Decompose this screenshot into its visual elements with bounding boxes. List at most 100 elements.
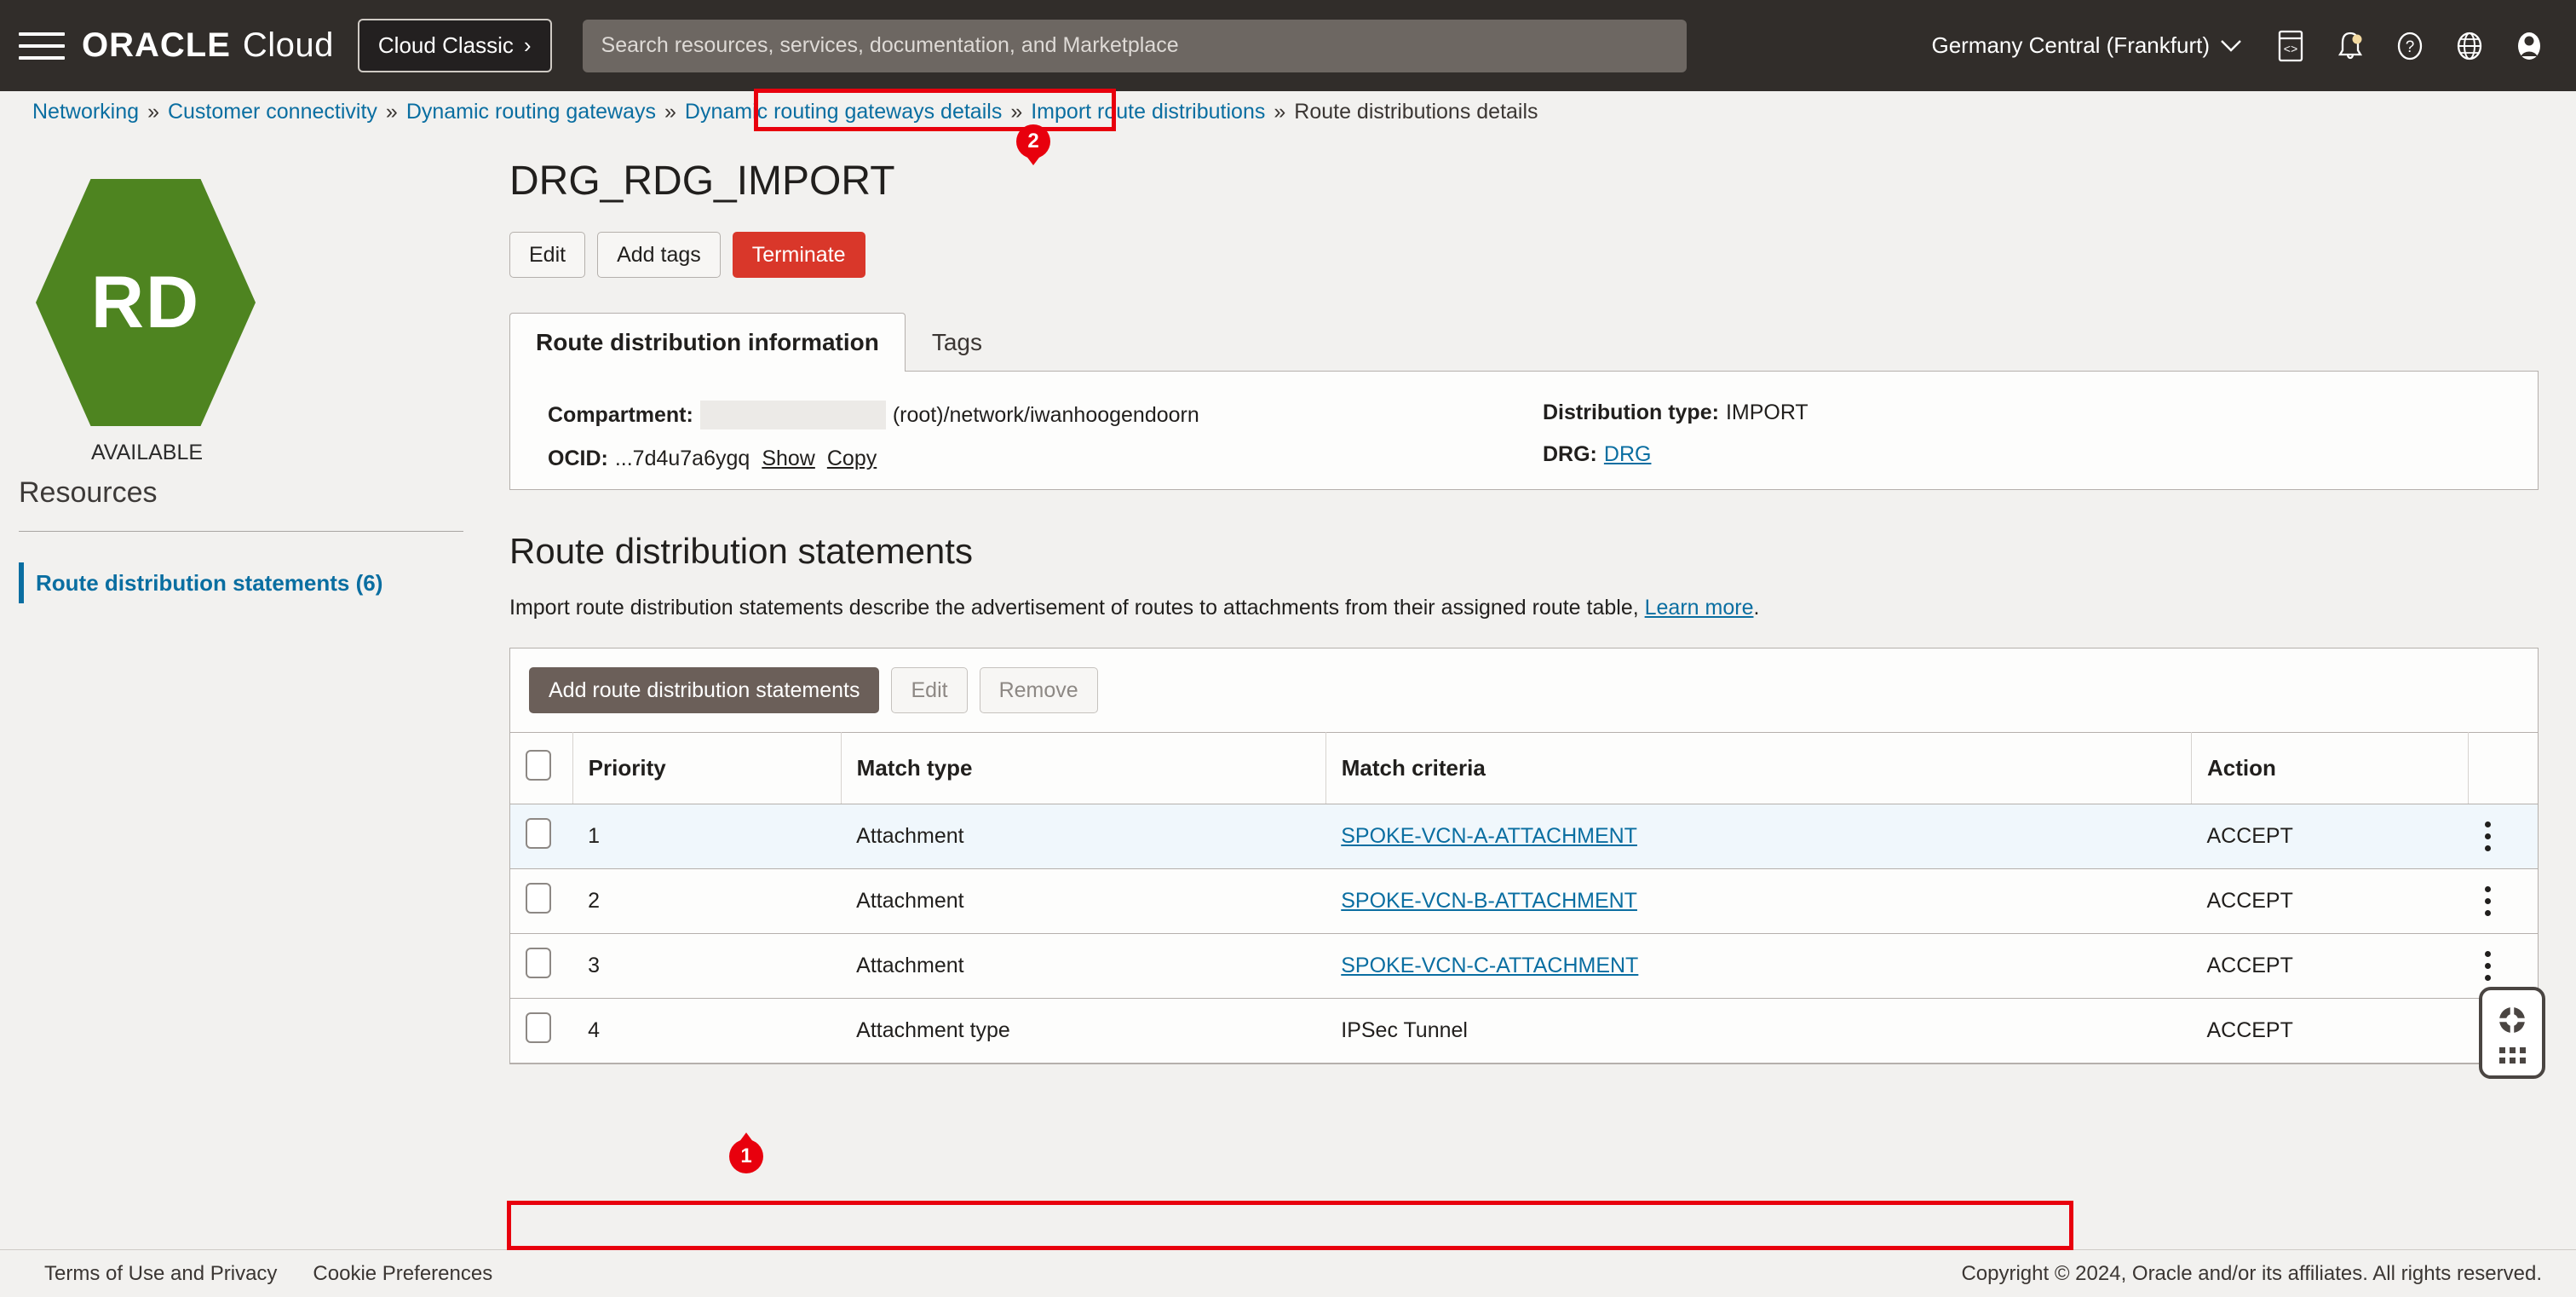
breadcrumb-separator: » xyxy=(386,100,398,124)
match-criteria-link[interactable]: SPOKE-VCN-A-ATTACHMENT xyxy=(1341,824,1637,848)
resources-divider xyxy=(19,531,463,532)
tab-tags[interactable]: Tags xyxy=(906,313,1009,372)
row-checkbox[interactable] xyxy=(526,948,551,978)
column-header-match-type[interactable]: Match type xyxy=(841,733,1325,804)
table-edit-button[interactable]: Edit xyxy=(891,667,967,713)
page-title: DRG_RDG_IMPORT xyxy=(509,158,2576,205)
resource-avatar-hexagon: RD xyxy=(36,179,256,426)
section-description-period: . xyxy=(1753,596,1759,620)
cell-action: ACCEPT xyxy=(2191,804,2468,869)
sidebar-item-route-distribution-statements[interactable]: Route distribution statements (6) xyxy=(19,562,382,603)
language-globe-icon[interactable] xyxy=(2452,28,2487,64)
ocid-copy-link[interactable]: Copy xyxy=(827,447,877,471)
main-content: DRG_RDG_IMPORT Edit Add tags Terminate R… xyxy=(494,132,2576,1064)
terminate-button[interactable]: Terminate xyxy=(733,232,865,278)
info-column-right: Distribution type: IMPORT DRG: DRG xyxy=(1543,401,2538,489)
column-header-priority[interactable]: Priority xyxy=(572,733,841,804)
table-row[interactable]: 1 Attachment SPOKE-VCN-A-ATTACHMENT ACCE… xyxy=(510,804,2538,869)
hamburger-line xyxy=(19,32,65,36)
table-head: Priority Match type Match criteria Actio… xyxy=(510,733,2538,804)
column-header-match-criteria[interactable]: Match criteria xyxy=(1325,733,2191,804)
add-tags-button[interactable]: Add tags xyxy=(597,232,721,278)
cell-match-criteria: SPOKE-VCN-A-ATTACHMENT xyxy=(1325,804,2191,869)
match-criteria-link[interactable]: SPOKE-VCN-C-ATTACHMENT xyxy=(1341,954,1638,977)
compartment-row: Compartment: (root)/network/iwanhoogendo… xyxy=(548,401,1543,429)
breadcrumb-separator: » xyxy=(1274,100,1285,124)
detail-tabs: Route distribution information Tags xyxy=(509,315,2576,372)
ocid-row: OCID: ...7d4u7a6ygq Show Copy xyxy=(548,447,1543,471)
breadcrumb-item-customer-connectivity[interactable]: Customer connectivity xyxy=(168,100,377,124)
breadcrumb-separator: » xyxy=(1010,100,1022,124)
distribution-type-label: Distribution type: xyxy=(1543,401,1719,425)
row-menu-cell xyxy=(2469,869,2538,934)
support-help-widget[interactable] xyxy=(2479,987,2545,1079)
terms-of-use-link[interactable]: Terms of Use and Privacy xyxy=(44,1262,277,1286)
cloud-classic-button[interactable]: Cloud Classic › xyxy=(358,19,552,72)
page-footer: Terms of Use and Privacy Cookie Preferen… xyxy=(0,1249,2576,1297)
tab-route-distribution-information[interactable]: Route distribution information xyxy=(509,313,906,372)
cell-match-type: Attachment xyxy=(841,869,1325,934)
table-row[interactable]: 4 Attachment type IPSec Tunnel ACCEPT xyxy=(510,999,2538,1064)
drg-link[interactable]: DRG xyxy=(1604,442,1652,467)
learn-more-link[interactable]: Learn more xyxy=(1645,596,1754,620)
svg-text:?: ? xyxy=(2406,38,2415,56)
distribution-type-value: IMPORT xyxy=(1726,401,1808,425)
select-all-checkbox[interactable] xyxy=(526,750,551,781)
breadcrumb-item-networking[interactable]: Networking xyxy=(32,100,139,124)
cell-match-type: Attachment xyxy=(841,934,1325,999)
table-header-row: Priority Match type Match criteria Actio… xyxy=(510,733,2538,804)
user-avatar-icon[interactable] xyxy=(2511,28,2547,64)
region-selector[interactable]: Germany Central (Frankfurt) xyxy=(1931,32,2242,59)
ocid-show-link[interactable]: Show xyxy=(762,447,815,471)
chevron-right-icon: › xyxy=(524,32,532,59)
column-header-action[interactable]: Action xyxy=(2191,733,2468,804)
avatar-initials: RD xyxy=(91,261,200,345)
row-checkbox-cell xyxy=(510,804,572,869)
breadcrumb-item-dynamic-routing-gateways[interactable]: Dynamic routing gateways xyxy=(406,100,656,124)
hamburger-line xyxy=(19,44,65,48)
section-description: Import route distribution statements des… xyxy=(509,596,2576,620)
left-resource-panel: RD AVAILABLE Resources Route distributio… xyxy=(0,132,494,1250)
compartment-value: (root)/network/iwanhoogendoorn xyxy=(893,403,1199,428)
cell-match-type: Attachment xyxy=(841,804,1325,869)
logo-cloud-text: Cloud xyxy=(243,26,334,65)
cell-match-criteria: SPOKE-VCN-B-ATTACHMENT xyxy=(1325,869,2191,934)
row-kebab-menu-icon[interactable] xyxy=(2484,819,2493,855)
breadcrumb-separator: » xyxy=(147,100,159,124)
ocid-value: ...7d4u7a6ygq xyxy=(615,447,750,471)
cookie-preferences-link[interactable]: Cookie Preferences xyxy=(313,1262,492,1286)
app-grid-icon xyxy=(2499,1047,2526,1064)
cell-match-criteria: SPOKE-VCN-C-ATTACHMENT xyxy=(1325,934,2191,999)
annotation-badge-2: 2 xyxy=(1016,124,1050,159)
search-input[interactable] xyxy=(583,20,1687,72)
drg-row: DRG: DRG xyxy=(1543,442,2538,467)
table-row[interactable]: 3 Attachment SPOKE-VCN-C-ATTACHMENT ACCE… xyxy=(510,934,2538,999)
breadcrumb-item-import-route-distributions[interactable]: Import route distributions xyxy=(1031,100,1265,124)
lifebuoy-icon xyxy=(2494,1002,2530,1042)
row-kebab-menu-icon[interactable] xyxy=(2484,948,2493,984)
add-route-distribution-statements-button[interactable]: Add route distribution statements xyxy=(529,667,879,713)
edit-button[interactable]: Edit xyxy=(509,232,585,278)
table-row-highlight-box xyxy=(507,1201,2073,1250)
row-checkbox[interactable] xyxy=(526,1012,551,1043)
row-checkbox-cell xyxy=(510,869,572,934)
breadcrumb: Networking » Customer connectivity » Dyn… xyxy=(0,91,2576,132)
help-question-icon[interactable]: ? xyxy=(2392,28,2428,64)
route-distribution-statements-table-panel: Add route distribution statements Edit R… xyxy=(509,648,2539,1064)
topbar-right-controls: Germany Central (Frankfurt) <> ? xyxy=(1931,28,2547,64)
hamburger-menu-icon[interactable] xyxy=(19,28,65,64)
table-row[interactable]: 2 Attachment SPOKE-VCN-B-ATTACHMENT ACCE… xyxy=(510,869,2538,934)
page-action-buttons: Edit Add tags Terminate xyxy=(509,232,2576,278)
oracle-cloud-logo[interactable]: ORACLE Cloud xyxy=(82,26,334,65)
table-remove-button[interactable]: Remove xyxy=(980,667,1098,713)
row-checkbox[interactable] xyxy=(526,883,551,914)
status-badge: AVAILABLE xyxy=(0,441,294,465)
match-criteria-link[interactable]: SPOKE-VCN-B-ATTACHMENT xyxy=(1341,889,1637,913)
region-label: Germany Central (Frankfurt) xyxy=(1931,32,2210,59)
row-checkbox[interactable] xyxy=(526,818,551,849)
breadcrumb-item-dynamic-routing-gateways-details[interactable]: Dynamic routing gateways details xyxy=(685,100,1002,124)
notifications-bell-icon[interactable] xyxy=(2332,28,2368,64)
row-kebab-menu-icon[interactable] xyxy=(2484,884,2493,919)
distribution-type-row: Distribution type: IMPORT xyxy=(1543,401,2538,425)
cloud-shell-icon[interactable]: <> xyxy=(2273,28,2309,64)
